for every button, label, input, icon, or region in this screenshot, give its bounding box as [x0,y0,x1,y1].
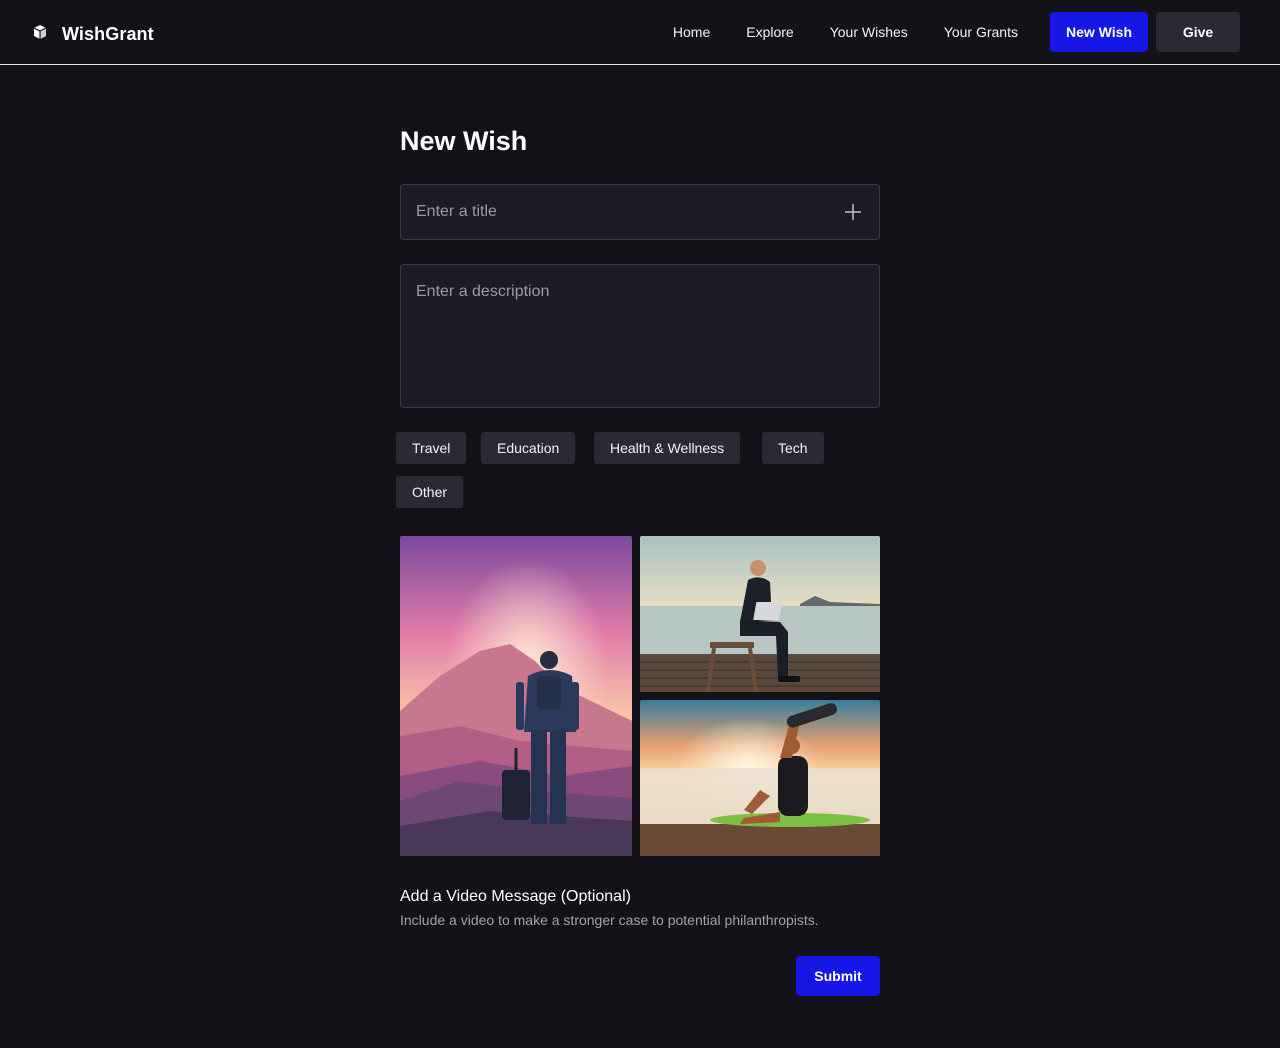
nav-your-wishes-link[interactable]: Your Wishes [830,24,908,40]
nav-home-link[interactable]: Home [673,24,710,40]
tag-other[interactable]: Other [396,476,464,508]
description-input[interactable] [416,283,864,395]
new-wish-button[interactable]: New Wish [1050,12,1148,52]
photo-yoga-sunset[interactable] [640,700,880,856]
nav-explore-link[interactable]: Explore [746,24,793,40]
description-field [400,264,880,408]
logo[interactable]: WishGrant [32,22,154,46]
title-field [400,184,880,240]
laptop-pier-image [640,536,880,692]
tag-education[interactable]: Education [481,432,576,464]
give-button[interactable]: Give [1156,12,1240,52]
top-navbar: WishGrant Home Explore Your Wishes Your … [0,0,1280,65]
plus-icon[interactable] [844,203,862,221]
page-title: New Wish [400,126,528,156]
submit-button[interactable]: Submit [796,956,880,996]
app-name: WishGrant [62,23,154,44]
tag-travel[interactable]: Travel [396,432,467,464]
cube-logo-icon [33,25,47,39]
yoga-sunset-image [640,700,880,856]
nav-your-grants-link[interactable]: Your Grants [944,24,1018,40]
traveler-image [400,536,632,856]
title-input[interactable] [416,185,831,239]
tag-health-wellness[interactable]: Health & Wellness [594,432,741,464]
main-nav: Home Explore Your Wishes Your Grants New… [673,12,1240,52]
photo-traveler[interactable] [400,536,632,856]
video-section-description: Include a video to make a stronger case … [400,912,819,928]
tag-tech[interactable]: Tech [762,432,824,464]
photo-laptop-pier[interactable] [640,536,880,692]
video-section-title: Add a Video Message (Optional) [400,888,631,905]
